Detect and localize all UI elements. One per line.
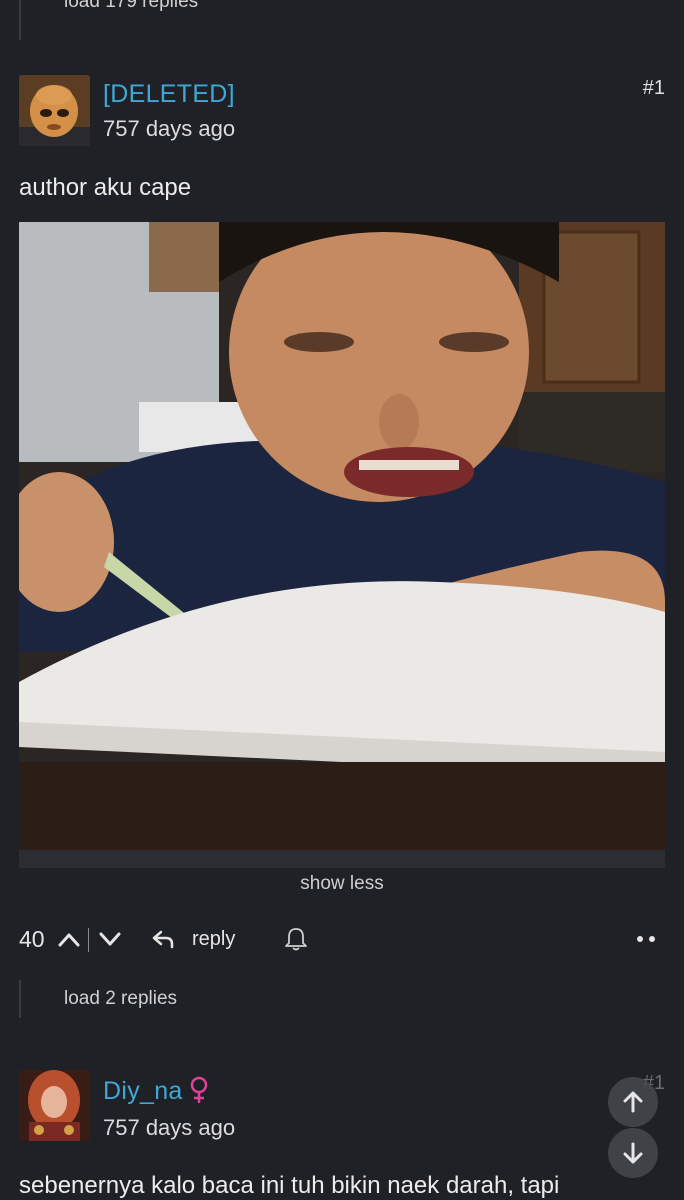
thread-line xyxy=(19,980,21,1018)
comments-page: load 179 replies [DELETED] 757 days ago … xyxy=(0,0,684,1200)
scroll-down-button[interactable] xyxy=(608,1128,658,1178)
image-caption-bar xyxy=(19,850,665,868)
downvote-icon[interactable] xyxy=(98,929,122,949)
reply-button[interactable]: reply xyxy=(192,928,235,951)
vote-divider xyxy=(88,928,89,952)
arrow-up-icon xyxy=(623,1091,643,1113)
comment-timestamp: 757 days ago xyxy=(103,1115,236,1140)
reply-icon[interactable] xyxy=(152,929,174,949)
more-options-icon[interactable] xyxy=(634,934,658,944)
upvote-icon[interactable] xyxy=(57,929,81,949)
comment-username[interactable]: [DELETED] xyxy=(103,80,235,109)
load-replies-top-link[interactable]: load 179 replies xyxy=(64,0,198,13)
comment-number[interactable]: #1 xyxy=(643,77,665,100)
avatar[interactable] xyxy=(19,75,90,146)
scroll-up-button[interactable] xyxy=(608,1077,658,1127)
arrow-down-icon xyxy=(623,1142,643,1164)
comment-text: author aku cape xyxy=(19,174,192,201)
show-less-button[interactable]: show less xyxy=(0,873,684,895)
crying-child-photo[interactable] xyxy=(19,222,665,850)
load-replies-link[interactable]: load 2 replies xyxy=(64,988,177,1010)
avatar[interactable] xyxy=(19,1070,90,1141)
comment-username[interactable]: Diy_na xyxy=(103,1077,183,1106)
thread-line xyxy=(19,0,21,40)
comment-text: sebenernya kalo baca ini tuh bikin naek … xyxy=(19,1172,560,1199)
female-icon xyxy=(190,1076,208,1103)
bell-icon[interactable] xyxy=(284,926,308,952)
vote-count: 40 xyxy=(19,926,45,952)
comment-timestamp: 757 days ago xyxy=(103,116,236,141)
